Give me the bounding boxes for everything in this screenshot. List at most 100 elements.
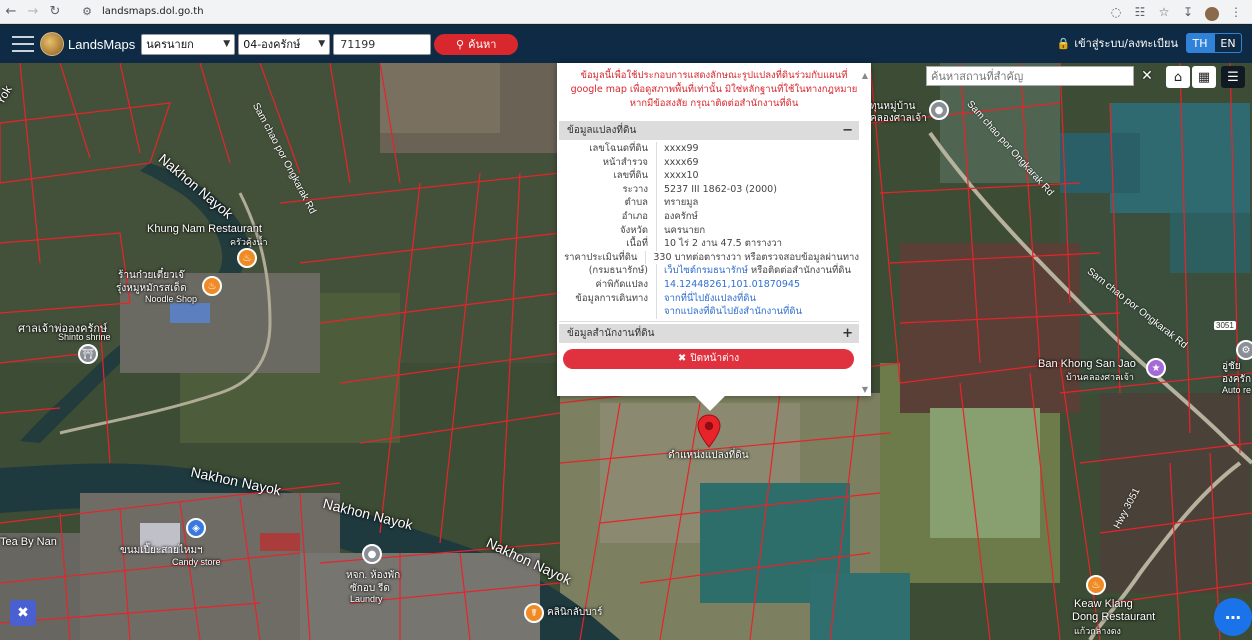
shop-icon[interactable]: ◈ [186, 518, 206, 538]
detail-row: จากแปลงที่ดินไปยังสำนักงานที่ดิน [559, 305, 859, 319]
detail-row: (กรมธนารักษ์) เว็บไซต์กรมธนารักษ์ หรือติด… [559, 264, 859, 278]
section-title: ข้อมูลสำนักงานที่ดิน [567, 327, 655, 339]
section-title: ข้อมูลแปลงที่ดิน [567, 125, 637, 136]
restaurant-icon[interactable]: ♨ [237, 248, 257, 268]
detail-value: xxxx99 [664, 143, 699, 154]
detail-value: 330 บาทต่อตารางวา หรือตรวจสอบข้อมูลผ่านท… [653, 251, 859, 263]
place-icon[interactable]: ● [929, 100, 949, 120]
detail-label: เลขที่ดิน [559, 169, 657, 183]
poi-label: Keaw Klang [1074, 598, 1133, 610]
community-icon[interactable]: ★ [1146, 358, 1166, 378]
treasury-website-link[interactable]: เว็บไซต์กรมธนารักษ์ [664, 265, 748, 276]
detail-row: ข้อมูลการเดินทาง จากที่นี่ไปยังแปลงที่ดิน [559, 291, 859, 306]
detail-row: เลขที่ดิน xxxx10 [559, 169, 859, 183]
detail-label: ค่าพิกัดแปลง [559, 277, 657, 292]
detail-label: ราคาประเมินที่ดิน [559, 250, 647, 265]
detail-row: อำเภอ องครักษ์ [559, 209, 859, 224]
forward-icon[interactable]: → [22, 1, 44, 23]
scroll-up-icon[interactable]: ▲ [862, 71, 868, 80]
poi-label: Tea By Nan [0, 536, 57, 548]
shrine-icon[interactable]: ⛩ [78, 344, 98, 364]
detail-link[interactable]: จากแปลงที่ดินไปยังสำนักงานที่ดิน [657, 305, 802, 319]
poi-label: Noodle Shop [145, 294, 198, 304]
province-select[interactable]: นครนายก ▼ [141, 33, 236, 55]
chevron-down-icon: ▼ [318, 39, 326, 49]
location-blocked-icon[interactable]: ◌ [1106, 2, 1126, 22]
url-text[interactable]: landsmaps.dol.go.th [102, 6, 204, 17]
detail-row: ราคาประเมินที่ดิน 330 บาทต่อตารางวา หรือต… [559, 250, 859, 265]
parcel-number-input[interactable]: 71199 [333, 33, 432, 55]
dol-logo [40, 32, 64, 56]
bookmark-star-icon[interactable]: ☆ [1154, 2, 1174, 22]
scroll-down-icon[interactable]: ▼ [862, 385, 868, 394]
poi-label: แก้วกลางดง [1074, 626, 1121, 636]
place-icon[interactable]: ● [362, 544, 382, 564]
district-select[interactable]: 04-องครักษ์ ▼ [238, 33, 331, 55]
detail-label: อำเภอ [559, 209, 657, 224]
home-icon[interactable]: ⌂ [1166, 66, 1190, 88]
login-label: เข้าสู่ระบบ/ลงทะเบียน [1074, 37, 1178, 50]
search-button-label: ค้นหา [468, 38, 497, 51]
close-window-button[interactable]: ✖ ปิดหน้าต่าง [563, 348, 854, 369]
restaurant-icon[interactable]: ♨ [202, 276, 222, 296]
site-info-icon[interactable]: ⚙ [80, 5, 94, 19]
address-bar[interactable]: ⚙ landsmaps.dol.go.th [80, 2, 1060, 21]
parcel-location-label: ตำแหน่งแปลงที่ดิน [668, 450, 749, 461]
detail-link[interactable]: 14.12448261,101.01870945 [657, 278, 800, 292]
detail-label: ข้อมูลการเดินทาง [559, 291, 657, 306]
profile-avatar[interactable] [1202, 2, 1222, 22]
login-register-link[interactable]: 🔒 เข้าสู่ระบบ/ลงทะเบียน [1057, 34, 1178, 52]
grid-icon[interactable]: ▦ [1192, 66, 1216, 88]
detail-value: องครักษ์ [664, 210, 698, 222]
detail-label: เลขโฉนดที่ดิน [559, 142, 657, 156]
translate-icon[interactable]: ☷ [1130, 2, 1150, 22]
detail-label [559, 305, 657, 319]
lock-icon: 🔒 [1056, 36, 1071, 50]
collapse-icon[interactable]: − [842, 123, 853, 138]
clinic-icon[interactable]: ☤ [524, 603, 544, 623]
lang-en-button[interactable]: EN [1214, 33, 1242, 53]
poi-label: คลินิกลับบาร์ [547, 607, 603, 618]
detail-value: xxxx69 [664, 156, 699, 168]
reload-icon[interactable]: ↻ [44, 1, 66, 23]
detail-value: xxxx10 [664, 170, 699, 182]
detail-row: เนื้อที่ 10 ไร่ 2 งาน 47.5 ตารางวา [559, 237, 859, 251]
chevron-down-icon: ▼ [223, 39, 231, 49]
location-pin-icon[interactable] [697, 414, 721, 448]
close-button-label: ปิดหน้าต่าง [690, 353, 740, 365]
detail-label: (กรมธนารักษ์) [559, 264, 657, 278]
back-icon[interactable]: ← [0, 1, 22, 23]
menu-icon[interactable] [12, 36, 34, 52]
poi-label: Auto re [1222, 385, 1252, 395]
land-info-section-header[interactable]: ข้อมูลแปลงที่ดิน − [559, 121, 859, 140]
detail-row: จังหวัด นครนายก [559, 223, 859, 238]
land-details-table: เลขโฉนดที่ดิน xxxx99 หน้าสำรวจ xxxx69 เลขที่… [559, 140, 859, 322]
restaurant-icon[interactable]: ♨ [1086, 575, 1106, 595]
measure-tool-icon[interactable]: ✖ [10, 600, 36, 626]
close-icon[interactable]: ✕ [1138, 66, 1156, 86]
expand-icon[interactable]: + [842, 326, 853, 341]
office-info-section-header[interactable]: ข้อมูลสำนักงานที่ดิน + [559, 323, 859, 343]
district-value: 04-องครักษ์ [243, 38, 301, 51]
poi-label: ครัวคุ้งน้ำ [230, 237, 268, 247]
download-icon[interactable]: ↧ [1178, 2, 1198, 22]
brand-name: LandsMaps [68, 36, 136, 52]
detail-link[interactable]: เว็บไซต์กรมธนารักษ์ หรือติดต่อสำนักงานที… [657, 264, 851, 278]
auto-repair-icon[interactable]: ⚙ [1236, 340, 1252, 360]
detail-label: หน้าสำรวจ [559, 155, 657, 170]
chat-icon[interactable]: ⋯ [1214, 598, 1252, 636]
detail-row: ระวาง 5237 III 1862-03 (2000) [559, 182, 859, 197]
search-button[interactable]: ⚲ ค้นหา [434, 33, 519, 55]
place-search-input[interactable]: ค้นหาสถานที่สำคัญ [926, 66, 1134, 86]
detail-link[interactable]: จากที่นี่ไปยังแปลงที่ดิน [657, 292, 756, 306]
detail-label: ระวาง [559, 182, 657, 197]
route-shield: 3051 [1214, 321, 1236, 330]
layers-icon[interactable]: ☰ [1221, 66, 1245, 88]
browser-menu-icon[interactable]: ⋮ [1226, 2, 1246, 22]
detail-label: เนื้อที่ [559, 237, 657, 251]
disclaimer-text: ข้อมูลนี้เพื่อใช้ประกอบการแสดงลักษณะรูปแ… [570, 70, 858, 109]
detail-value: นครนายก [664, 224, 706, 236]
poi-label: Shinto shrine [58, 332, 111, 342]
lang-th-button[interactable]: TH [1186, 33, 1214, 53]
poi-label: คลองศาลเจ้า [870, 113, 927, 124]
